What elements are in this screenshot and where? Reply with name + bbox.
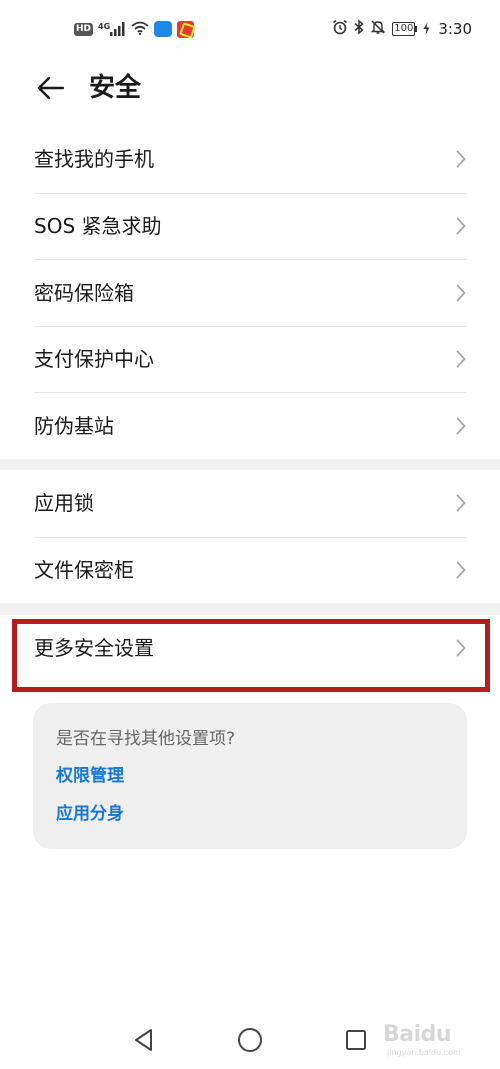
baidu-watermark: Baidu jingyan.baidu.com <box>383 1022 478 1058</box>
row-sos-emergency[interactable]: SOS 紧急求助 <box>34 192 468 260</box>
settings-suggestion-card: 是否在寻找其他设置项? 权限管理 应用分身 <box>33 703 467 849</box>
square-recent-icon <box>346 1030 366 1050</box>
chevron-right-icon <box>454 283 468 303</box>
row-label: 防伪基站 <box>34 413 114 438</box>
chevron-right-icon <box>454 349 468 369</box>
back-button[interactable] <box>28 68 72 108</box>
network-type-label: 4G <box>98 22 111 31</box>
bluetooth-icon <box>354 19 364 39</box>
chevron-right-icon <box>454 216 468 236</box>
mute-bell-icon <box>370 19 386 39</box>
status-right-icons: 100 3:30 <box>332 18 472 40</box>
status-time: 3:30 <box>438 20 472 38</box>
security-list-group-1: 查找我的手机 SOS 紧急求助 密码保险箱 支付保护中心 防伪基站 <box>0 126 500 459</box>
security-list-group-3: 更多安全设置 <box>0 615 500 682</box>
wifi-icon <box>131 20 149 39</box>
security-list-group-2: 应用锁 文件保密柜 <box>0 470 500 603</box>
row-payment-protection[interactable]: 支付保护中心 <box>34 325 468 393</box>
row-label: 更多安全设置 <box>34 636 154 661</box>
red-app-icon <box>177 20 195 38</box>
blue-app-icon <box>154 21 173 37</box>
nav-home-button[interactable] <box>234 1024 266 1056</box>
row-app-lock[interactable]: 应用锁 <box>34 470 466 537</box>
chevron-right-icon <box>454 416 468 436</box>
back-arrow-icon <box>37 76 64 100</box>
link-permission-management[interactable]: 权限管理 <box>56 764 124 788</box>
row-label: 查找我的手机 <box>34 147 154 172</box>
link-app-twin[interactable]: 应用分身 <box>56 802 124 826</box>
row-more-security-settings[interactable]: 更多安全设置 <box>34 615 466 682</box>
watermark-subtext: jingyan.baidu.com <box>387 1048 461 1057</box>
group-divider <box>0 459 500 470</box>
triangle-back-icon <box>135 1029 152 1051</box>
charging-icon <box>423 20 430 39</box>
chevron-right-icon <box>454 638 468 658</box>
page-title: 安全 <box>89 73 142 103</box>
status-left-icons: HD 4G <box>74 18 195 40</box>
hd-icon: HD <box>74 22 94 36</box>
status-bar: HD 4G 100 3:30 <box>0 0 500 58</box>
row-password-vault[interactable]: 密码保险箱 <box>34 259 466 326</box>
row-fake-base-station[interactable]: 防伪基站 <box>34 392 466 459</box>
row-label: 密码保险箱 <box>34 280 134 305</box>
row-label: 支付保护中心 <box>34 347 154 372</box>
row-file-safe[interactable]: 文件保密柜 <box>34 536 468 604</box>
nav-recent-button[interactable] <box>340 1024 372 1056</box>
nav-back-button[interactable] <box>128 1024 160 1056</box>
battery-level: 100 <box>392 22 416 36</box>
4g-signal-icon: 4G <box>98 22 126 36</box>
row-label: 应用锁 <box>34 491 94 516</box>
row-label: 文件保密柜 <box>34 558 134 583</box>
row-label: SOS 紧急求助 <box>34 214 162 239</box>
chevron-right-icon <box>454 493 468 513</box>
watermark-text: Baidu <box>383 1022 452 1047</box>
chevron-right-icon <box>454 560 468 580</box>
group-divider <box>0 603 500 615</box>
suggestion-question: 是否在寻找其他设置项? <box>56 729 236 749</box>
chevron-right-icon <box>454 149 468 169</box>
circle-home-icon <box>238 1028 262 1052</box>
battery-icon: 100 <box>392 22 418 36</box>
app-header: 安全 <box>0 58 500 120</box>
row-find-my-phone[interactable]: 查找我的手机 <box>34 126 466 193</box>
alarm-icon <box>332 19 348 39</box>
